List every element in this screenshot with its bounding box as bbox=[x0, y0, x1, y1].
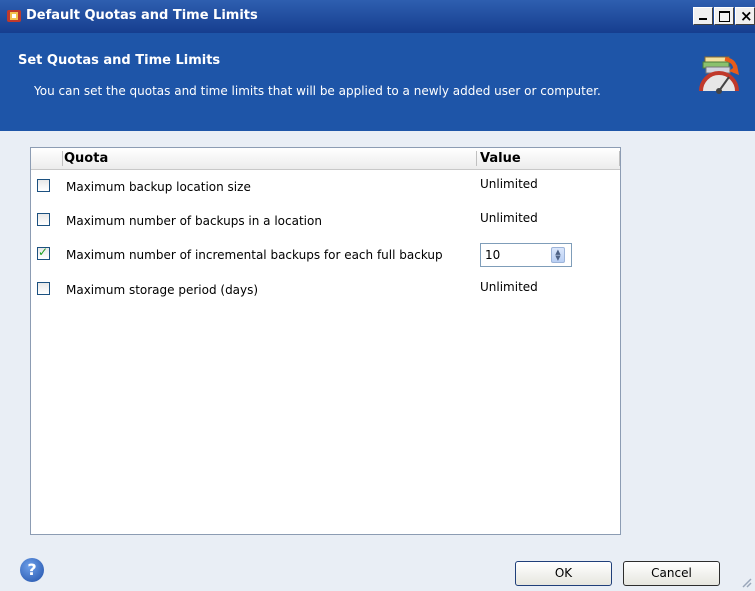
title-bar[interactable]: Default Quotas and Time Limits × bbox=[0, 0, 755, 34]
app-icon bbox=[7, 10, 21, 22]
row-value: Unlimited bbox=[480, 280, 538, 294]
column-separator[interactable] bbox=[619, 151, 620, 166]
quota-row-incremental-backups[interactable]: Maximum number of incremental backups fo… bbox=[31, 243, 620, 277]
row-label: Maximum number of incremental backups fo… bbox=[66, 248, 443, 262]
row-value: Unlimited bbox=[480, 211, 538, 225]
quota-gauge-icon bbox=[699, 56, 739, 94]
incremental-backups-spinbox[interactable]: 10 ▲ ▼ bbox=[480, 243, 572, 267]
header-title: Set Quotas and Time Limits bbox=[18, 53, 221, 68]
row-label: Maximum backup location size bbox=[66, 180, 251, 194]
close-icon: × bbox=[740, 7, 753, 25]
maximize-button[interactable] bbox=[714, 7, 734, 25]
ok-button[interactable]: OK bbox=[515, 561, 612, 586]
row-label: Maximum storage period (days) bbox=[66, 283, 259, 297]
row-label: Maximum number of backups in a location bbox=[66, 214, 322, 228]
column-separator[interactable] bbox=[476, 151, 477, 166]
grid-header: Quota Value bbox=[31, 148, 620, 170]
window-controls: × bbox=[692, 7, 755, 25]
quota-row-number-of-backups[interactable]: Maximum number of backups in a location … bbox=[31, 209, 620, 243]
spinbox-value[interactable]: 10 bbox=[485, 248, 500, 262]
quota-row-backup-location-size[interactable]: Maximum backup location size Unlimited bbox=[31, 175, 620, 209]
column-separator bbox=[62, 151, 63, 166]
header-description: You can set the quotas and time limits t… bbox=[34, 84, 601, 98]
column-header-value[interactable]: Value bbox=[480, 151, 521, 166]
checkbox-number-of-backups[interactable] bbox=[37, 213, 50, 226]
column-header-quota[interactable]: Quota bbox=[64, 151, 108, 166]
row-value: Unlimited bbox=[480, 177, 538, 191]
cancel-button[interactable]: Cancel bbox=[623, 561, 720, 586]
minimize-button[interactable] bbox=[693, 7, 713, 25]
help-icon[interactable]: ? bbox=[20, 558, 44, 582]
quota-grid: Quota Value Maximum backup location size… bbox=[30, 147, 621, 535]
spinbox-buttons[interactable]: ▲ ▼ bbox=[551, 247, 565, 263]
header-panel: Set Quotas and Time Limits You can set t… bbox=[0, 33, 755, 131]
footer: ? OK Cancel bbox=[0, 546, 755, 591]
quota-row-storage-period[interactable]: Maximum storage period (days) Unlimited bbox=[31, 278, 620, 312]
checkbox-incremental-backups[interactable] bbox=[37, 245, 50, 260]
resize-grip-icon[interactable] bbox=[740, 576, 752, 588]
checkbox-storage-period[interactable] bbox=[37, 282, 50, 295]
spin-down-icon[interactable]: ▼ bbox=[554, 255, 562, 262]
checkbox-backup-location-size[interactable] bbox=[37, 179, 50, 192]
window-title: Default Quotas and Time Limits bbox=[26, 8, 258, 23]
close-button[interactable]: × bbox=[735, 7, 755, 25]
